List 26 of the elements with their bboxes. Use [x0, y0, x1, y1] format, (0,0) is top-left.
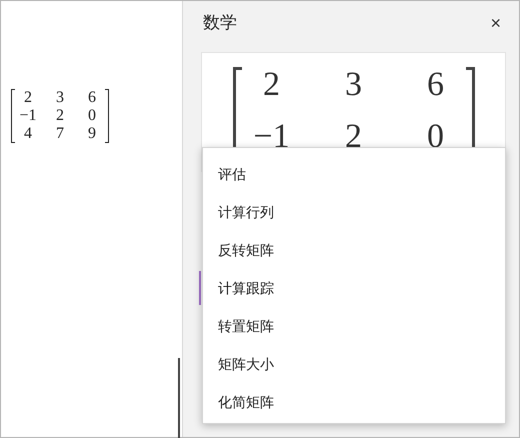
matrix-entry: 0 — [87, 107, 97, 125]
matrix-entry: 2 — [23, 89, 33, 107]
matrix-entry: 2 — [262, 67, 281, 105]
matrix-entry: −1 — [252, 119, 291, 157]
menu-item[interactable]: 计算行列 — [203, 193, 505, 231]
matrix-entry: 3 — [344, 67, 363, 105]
matrix-entry: 2 — [55, 107, 65, 125]
menu-item[interactable]: 矩阵大小 — [203, 345, 505, 383]
matrix-entry: 7 — [55, 125, 65, 143]
matrix-entry: 4 — [23, 125, 33, 143]
panel-title: 数学 — [203, 12, 237, 34]
menu-item[interactable]: 评估 — [203, 155, 505, 193]
left-bracket — [11, 89, 15, 143]
close-button[interactable]: × — [486, 14, 505, 32]
menu-item[interactable]: 化简矩阵 — [203, 383, 505, 421]
menu-item[interactable]: 转置矩阵 — [203, 307, 505, 345]
matrix-entry: 2 — [344, 119, 363, 157]
matrix-entry: 6 — [87, 89, 97, 107]
matrix-entry: 6 — [426, 67, 445, 105]
menu-item[interactable]: 反转矩阵 — [203, 231, 505, 269]
menu-item[interactable]: 计算跟踪 — [203, 269, 505, 307]
right-bracket — [105, 89, 109, 143]
matrix-entry: −1 — [18, 107, 38, 125]
matrix-entry: 0 — [426, 119, 445, 157]
matrix-entry: 9 — [87, 125, 97, 143]
matrix-entry: 3 — [55, 89, 65, 107]
